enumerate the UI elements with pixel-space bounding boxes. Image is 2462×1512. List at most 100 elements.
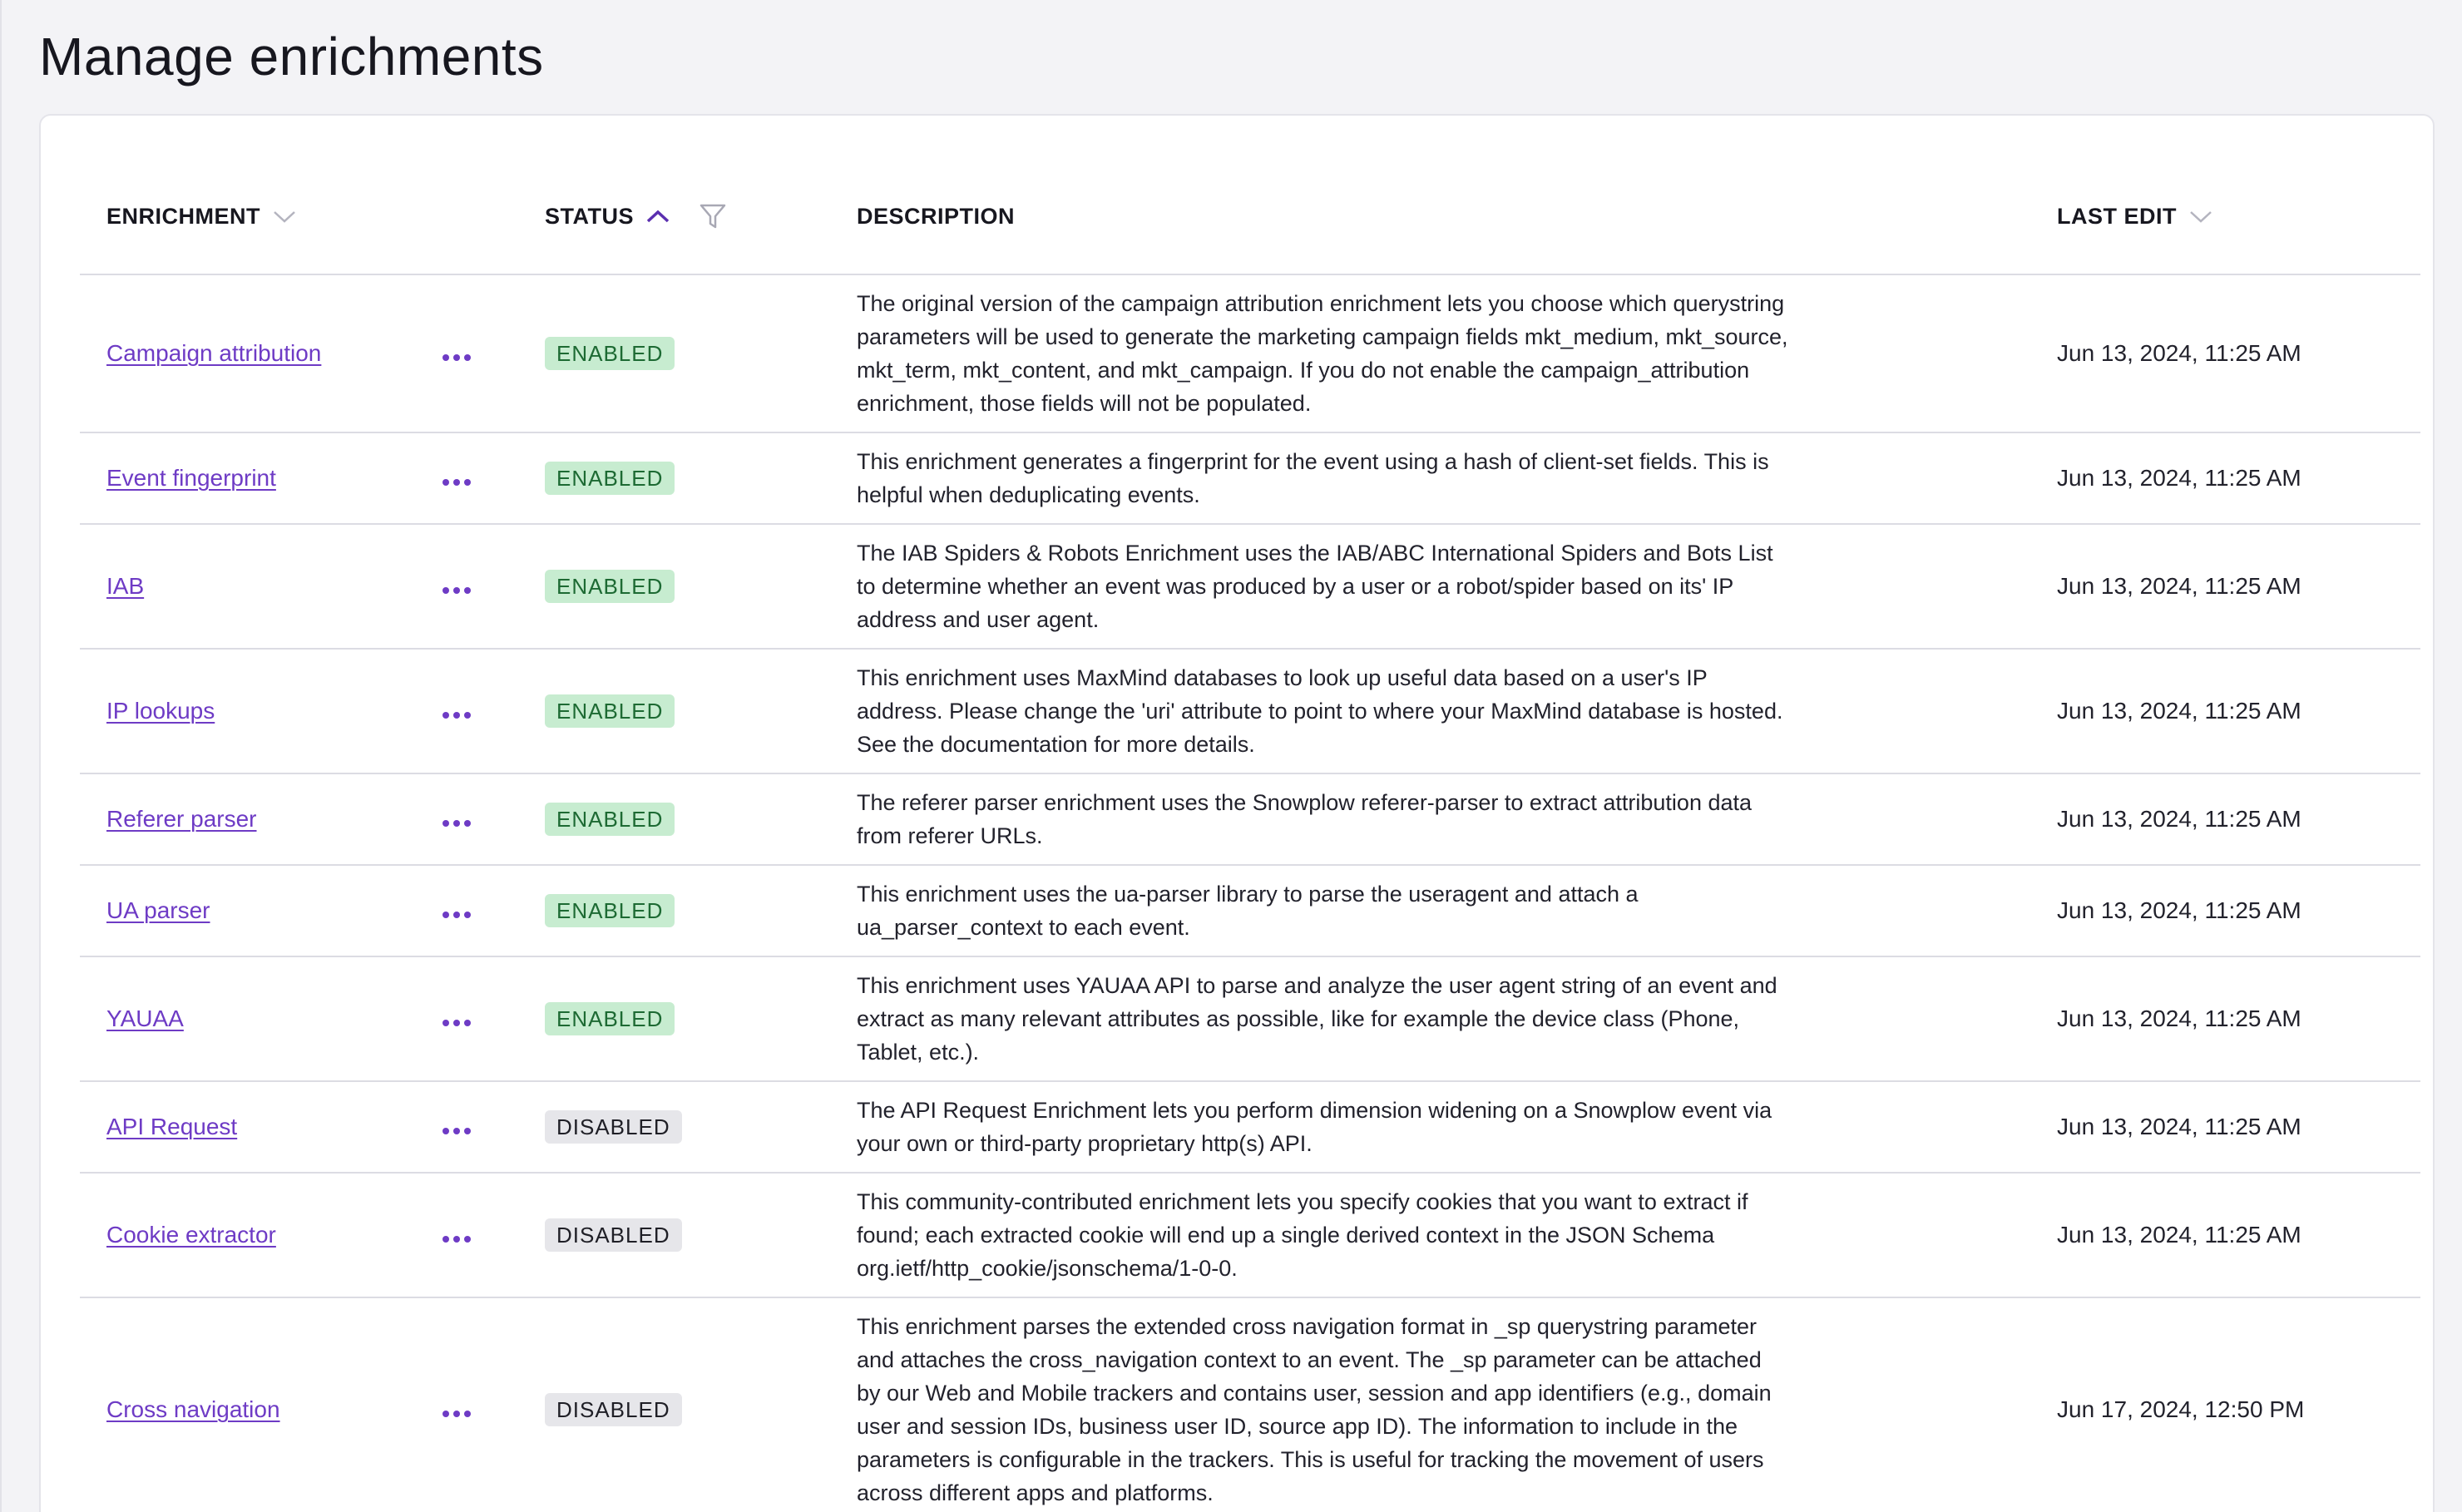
description-text: The referer parser enrichment uses the S… — [857, 790, 1753, 848]
status-cell: DISABLED — [545, 1297, 857, 1512]
enrichment-cell: IAB — [80, 524, 439, 650]
enrichment-link[interactable]: Referer parser — [106, 806, 257, 832]
table-row: Campaign attribution ENABLED The origina… — [80, 274, 2420, 433]
description-cell: The referer parser enrichment uses the S… — [857, 773, 2057, 866]
actions-cell — [439, 1081, 545, 1174]
actions-cell — [439, 865, 545, 957]
actions-cell — [439, 274, 545, 433]
last-edit-text: Jun 13, 2024, 11:25 AM — [2057, 897, 2301, 923]
header-status[interactable]: STATUS — [545, 159, 857, 275]
table-row: Event fingerprint ENABLED This enrichmen… — [80, 432, 2420, 525]
more-horizontal-icon[interactable] — [439, 1123, 474, 1139]
description-text: The API Request Enrichment lets you perf… — [857, 1098, 1772, 1156]
last-edit-text: Jun 17, 2024, 12:50 PM — [2057, 1396, 2305, 1422]
more-horizontal-icon[interactable] — [439, 907, 474, 923]
description-text: This enrichment uses the ua-parser libra… — [857, 882, 1639, 940]
last-edit-cell: Jun 13, 2024, 11:25 AM — [2057, 432, 2420, 525]
last-edit-text: Jun 13, 2024, 11:25 AM — [2057, 1222, 2301, 1248]
table-row: UA parser ENABLED This enrichment uses t… — [80, 865, 2420, 957]
status-cell: ENABLED — [545, 773, 857, 866]
more-horizontal-icon[interactable] — [439, 1406, 474, 1422]
status-cell: ENABLED — [545, 432, 857, 525]
description-text: The IAB Spiders & Robots Enrichment uses… — [857, 541, 1773, 632]
enrichment-cell: Event fingerprint — [80, 432, 439, 525]
chevron-down-icon[interactable] — [272, 208, 297, 225]
filter-icon[interactable] — [699, 202, 727, 230]
enrichment-cell: YAUAA — [80, 956, 439, 1082]
status-cell: ENABLED — [545, 274, 857, 433]
last-edit-text: Jun 13, 2024, 11:25 AM — [2057, 698, 2301, 724]
header-enrichment[interactable]: ENRICHMENT — [80, 159, 439, 275]
table-row: IP lookups ENABLED This enrichment uses … — [80, 649, 2420, 774]
last-edit-cell: Jun 13, 2024, 11:25 AM — [2057, 649, 2420, 774]
header-last-edit-label: LAST EDIT — [2057, 203, 2177, 229]
actions-cell — [439, 432, 545, 525]
table-header-row: ENRICHMENT STATUS DESCRIPTION LAST EDIT — [80, 159, 2420, 275]
table-row: YAUAA ENABLED This enrichment uses YAUAA… — [80, 956, 2420, 1082]
enrichment-cell: Cross navigation — [80, 1297, 439, 1512]
description-cell: This enrichment parses the extended cros… — [857, 1297, 2057, 1512]
more-horizontal-icon[interactable] — [439, 815, 474, 832]
enrichment-link[interactable]: Campaign attribution — [106, 340, 321, 366]
description-cell: This enrichment generates a fingerprint … — [857, 432, 2057, 525]
description-cell: The IAB Spiders & Robots Enrichment uses… — [857, 524, 2057, 650]
last-edit-cell: Jun 13, 2024, 11:25 AM — [2057, 956, 2420, 1082]
status-badge: ENABLED — [545, 694, 675, 728]
enrichment-cell: IP lookups — [80, 649, 439, 774]
last-edit-text: Jun 13, 2024, 11:25 AM — [2057, 465, 2301, 491]
last-edit-cell: Jun 13, 2024, 11:25 AM — [2057, 865, 2420, 957]
table-row: IAB ENABLED The IAB Spiders & Robots Enr… — [80, 524, 2420, 650]
header-enrichment-label: ENRICHMENT — [106, 203, 260, 229]
status-cell: ENABLED — [545, 865, 857, 957]
actions-cell — [439, 1297, 545, 1512]
description-text: This enrichment uses YAUAA API to parse … — [857, 973, 1777, 1065]
table-body: Campaign attribution ENABLED The origina… — [80, 274, 2420, 1512]
description-cell: This enrichment uses YAUAA API to parse … — [857, 956, 2057, 1082]
last-edit-text: Jun 13, 2024, 11:25 AM — [2057, 806, 2301, 832]
last-edit-cell: Jun 17, 2024, 12:50 PM — [2057, 1297, 2420, 1512]
actions-cell — [439, 649, 545, 774]
description-cell: This community-contributed enrichment le… — [857, 1173, 2057, 1298]
status-badge: ENABLED — [545, 462, 675, 495]
chevron-down-icon[interactable] — [2188, 208, 2213, 225]
status-cell: ENABLED — [545, 956, 857, 1082]
enrichment-cell: Referer parser — [80, 773, 439, 866]
status-badge: ENABLED — [545, 894, 675, 927]
more-horizontal-icon[interactable] — [439, 707, 474, 724]
description-text: This enrichment parses the extended cros… — [857, 1314, 1772, 1505]
status-badge: DISABLED — [545, 1393, 682, 1426]
more-horizontal-icon[interactable] — [439, 582, 474, 599]
enrichment-cell: UA parser — [80, 865, 439, 957]
enrichment-link[interactable]: API Request — [106, 1114, 237, 1139]
table-row: Referer parser ENABLED The referer parse… — [80, 773, 2420, 866]
more-horizontal-icon[interactable] — [439, 474, 474, 491]
enrichment-link[interactable]: UA parser — [106, 897, 210, 923]
more-horizontal-icon[interactable] — [439, 1015, 474, 1031]
description-text: This enrichment uses MaxMind databases t… — [857, 665, 1783, 757]
enrichment-link[interactable]: IAB — [106, 573, 144, 599]
enrichment-link[interactable]: YAUAA — [106, 1006, 184, 1031]
enrichment-cell: Campaign attribution — [80, 274, 439, 433]
description-text: The original version of the campaign att… — [857, 291, 1788, 416]
enrichment-link[interactable]: Event fingerprint — [106, 465, 276, 491]
enrichment-link[interactable]: Cross navigation — [106, 1396, 280, 1422]
description-text: This enrichment generates a fingerprint … — [857, 449, 1769, 507]
chevron-up-icon[interactable] — [645, 208, 670, 225]
status-cell: ENABLED — [545, 524, 857, 650]
header-last-edit[interactable]: LAST EDIT — [2057, 159, 2420, 275]
status-cell: DISABLED — [545, 1081, 857, 1174]
last-edit-text: Jun 13, 2024, 11:25 AM — [2057, 573, 2301, 599]
enrichment-link[interactable]: IP lookups — [106, 698, 215, 724]
status-badge: ENABLED — [545, 570, 675, 603]
last-edit-text: Jun 13, 2024, 11:25 AM — [2057, 1114, 2301, 1139]
enrichment-link[interactable]: Cookie extractor — [106, 1222, 276, 1248]
description-cell: This enrichment uses the ua-parser libra… — [857, 865, 2057, 957]
last-edit-cell: Jun 13, 2024, 11:25 AM — [2057, 524, 2420, 650]
enrichments-card: ENRICHMENT STATUS DESCRIPTION LAST EDIT … — [39, 114, 2435, 1512]
more-horizontal-icon[interactable] — [439, 1231, 474, 1248]
status-cell: DISABLED — [545, 1173, 857, 1298]
more-horizontal-icon[interactable] — [439, 349, 474, 366]
page: Manage enrichments ENRICHMENT STATUS DES… — [0, 0, 2462, 1512]
header-description: DESCRIPTION — [857, 159, 2057, 275]
last-edit-cell: Jun 13, 2024, 11:25 AM — [2057, 1081, 2420, 1174]
